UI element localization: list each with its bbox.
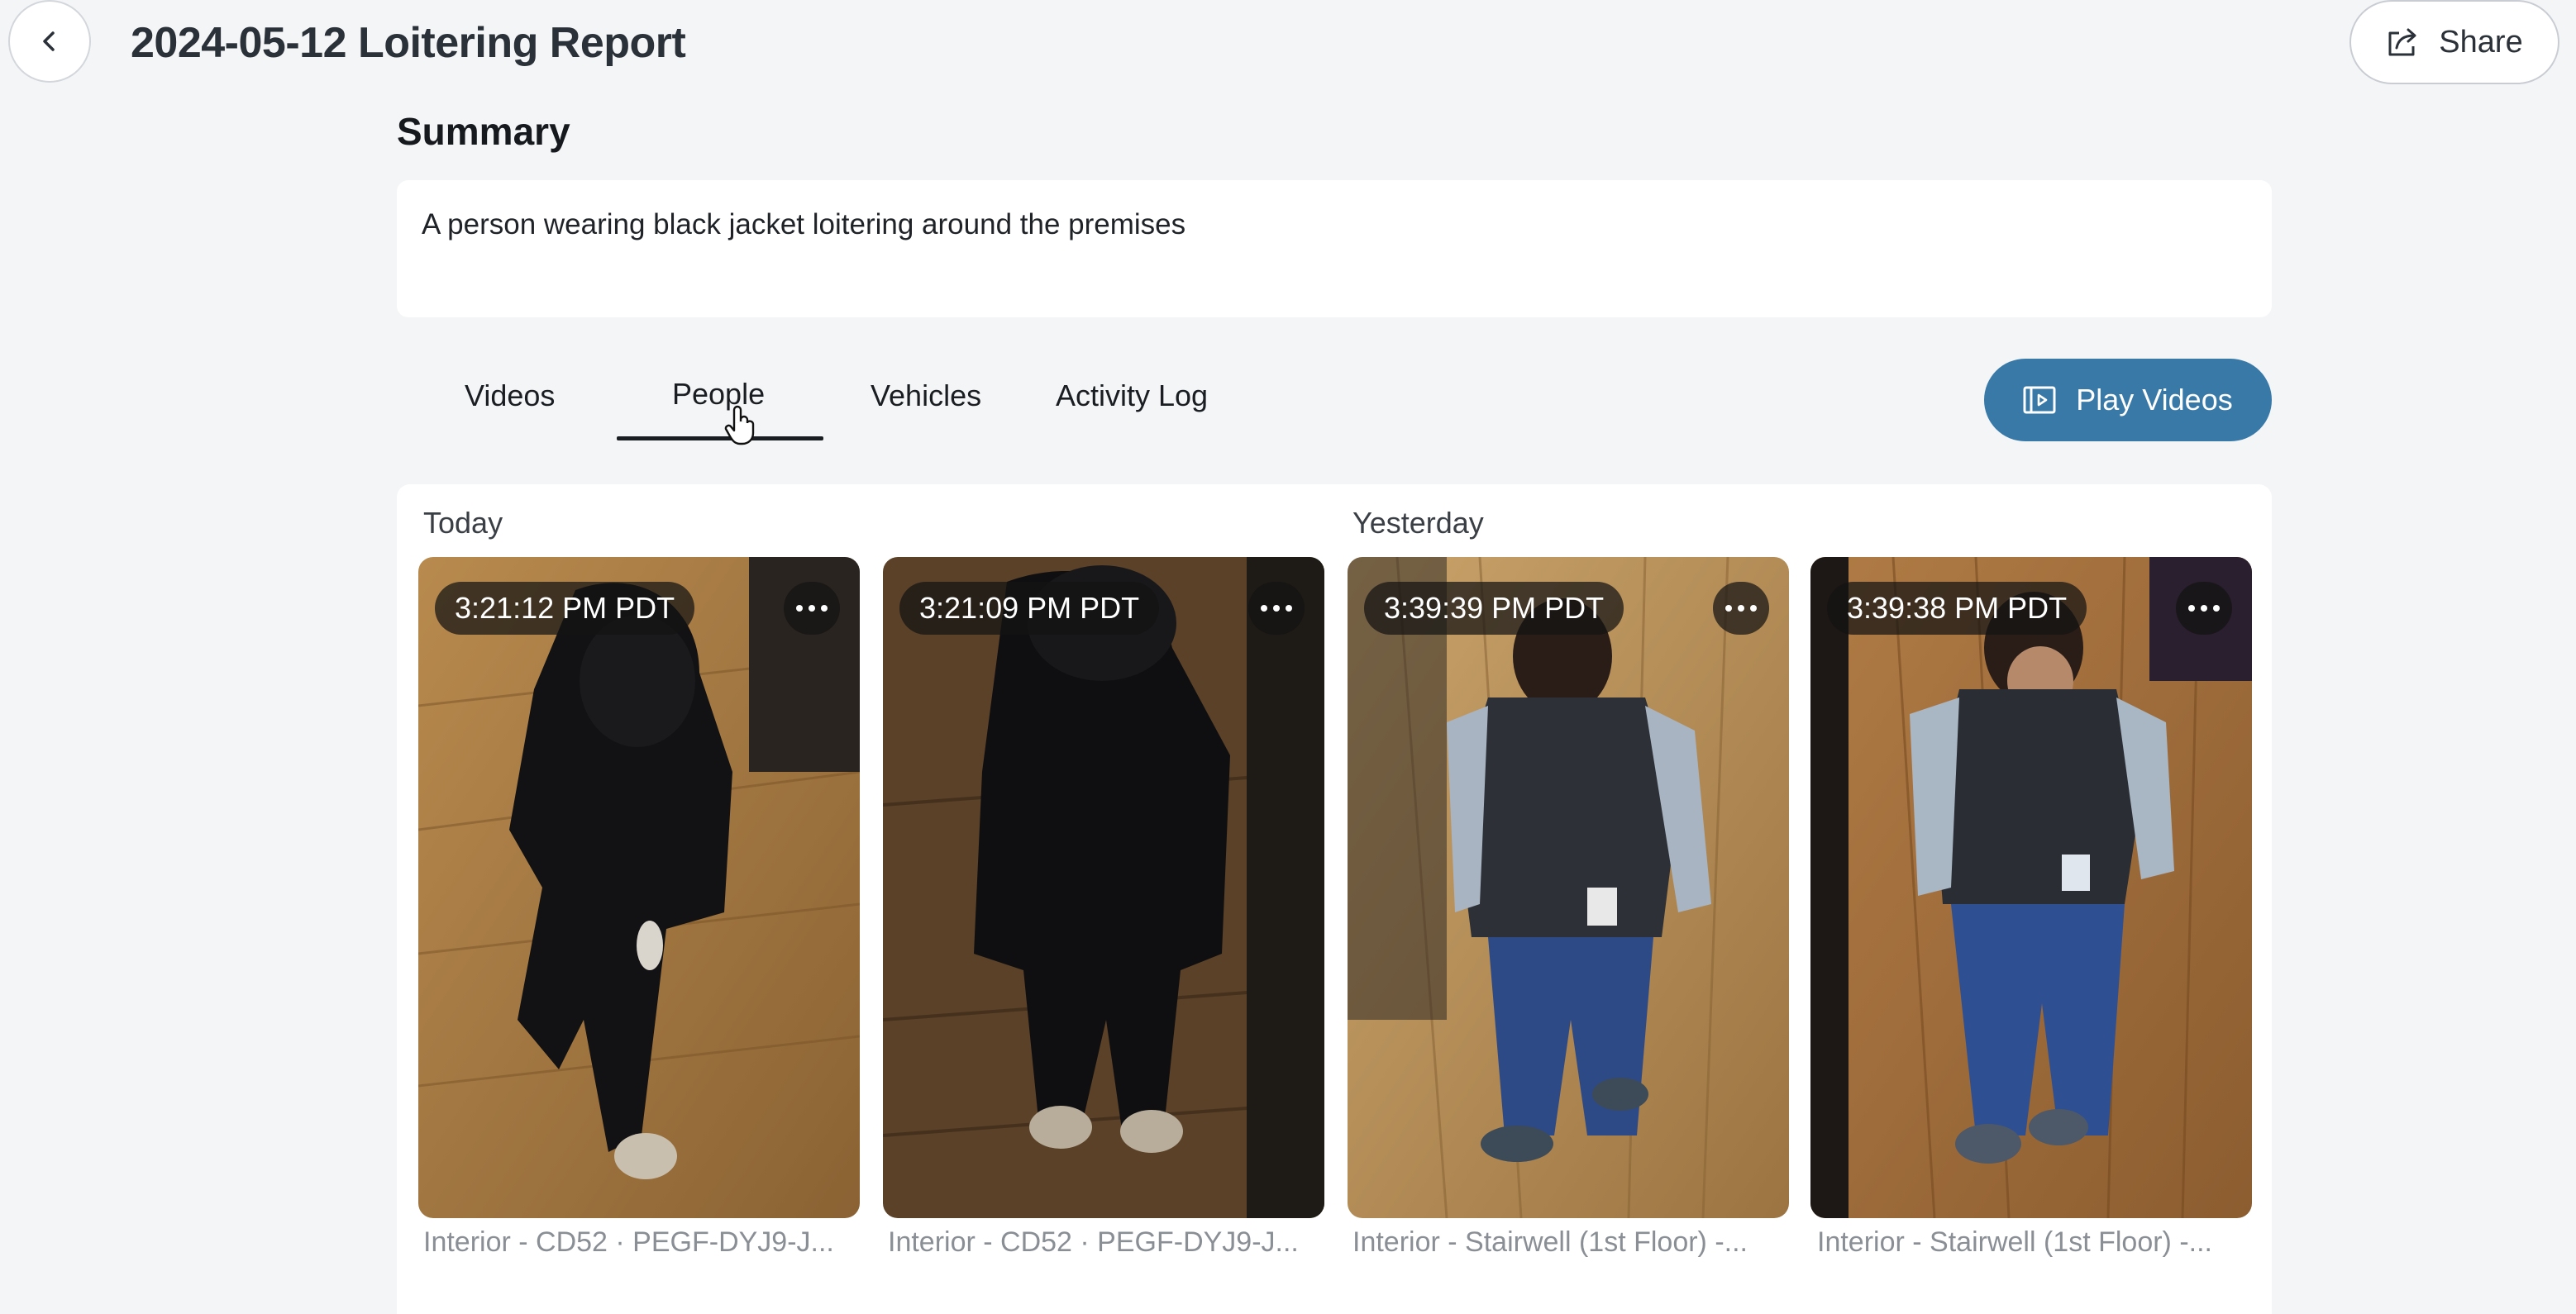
- dot-icon: [1738, 605, 1744, 612]
- more-options-button[interactable]: [1713, 582, 1769, 635]
- dot-icon: [2188, 605, 2195, 612]
- more-options-button[interactable]: [784, 582, 840, 635]
- tab-videos[interactable]: Videos: [465, 378, 555, 413]
- hand-cursor-icon: [724, 405, 755, 445]
- page-title: 2024-05-12 Loitering Report: [131, 19, 686, 67]
- share-label: Share: [2439, 24, 2523, 60]
- camera-caption: Interior - Stairwell (1st Floor) -...: [1352, 1226, 1748, 1258]
- group-label-today: Today: [423, 506, 503, 540]
- dot-icon: [1286, 605, 1292, 612]
- play-videos-label: Play Videos: [2076, 383, 2233, 417]
- dot-icon: [809, 605, 815, 612]
- person-snapshot-image: [418, 557, 860, 1218]
- more-options-button[interactable]: [2176, 582, 2232, 635]
- camera-caption: Interior - Stairwell (1st Floor) -...: [1817, 1226, 2212, 1258]
- play-videos-button[interactable]: Play Videos: [1984, 359, 2272, 441]
- person-snapshot-image: [1810, 557, 2252, 1218]
- dot-icon: [2201, 605, 2207, 612]
- timestamp-badge: 3:21:09 PM PDT: [899, 582, 1160, 635]
- person-snapshot-image: [1348, 557, 1789, 1218]
- summary-box: A person wearing black jacket loitering …: [397, 180, 2272, 317]
- dot-icon: [1725, 605, 1732, 612]
- video-playlist-icon: [2023, 386, 2056, 414]
- person-snapshot-image: [883, 557, 1324, 1218]
- more-options-button[interactable]: [1248, 582, 1305, 635]
- tab-vehicles[interactable]: Vehicles: [871, 378, 981, 413]
- active-tab-indicator: [617, 436, 823, 440]
- share-icon: [2388, 28, 2416, 56]
- person-thumbnail-card[interactable]: 3:39:38 PM PDT: [1810, 557, 2252, 1218]
- group-label-yesterday: Yesterday: [1352, 506, 1484, 540]
- summary-text: A person wearing black jacket loitering …: [422, 208, 1186, 240]
- dot-icon: [1750, 605, 1757, 612]
- person-thumbnail-card[interactable]: 3:21:12 PM PDT: [418, 557, 860, 1218]
- report-page: 2024-05-12 Loitering Report Share Summar…: [0, 0, 2576, 1314]
- dot-icon: [2213, 605, 2220, 612]
- dot-icon: [1273, 605, 1280, 612]
- person-thumbnail-card[interactable]: 3:39:39 PM PDT: [1348, 557, 1789, 1218]
- summary-heading: Summary: [397, 110, 570, 153]
- back-button[interactable]: [8, 0, 91, 83]
- share-button[interactable]: Share: [2349, 0, 2559, 84]
- timestamp-badge: 3:39:38 PM PDT: [1827, 582, 2087, 635]
- timestamp-badge: 3:21:12 PM PDT: [435, 582, 695, 635]
- chevron-left-icon: [43, 31, 55, 51]
- dot-icon: [796, 605, 803, 612]
- camera-caption: Interior - CD52 · PEGF-DYJ9-J...: [888, 1226, 1299, 1258]
- dot-icon: [1261, 605, 1267, 612]
- timestamp-badge: 3:39:39 PM PDT: [1364, 582, 1624, 635]
- tab-activity-log[interactable]: Activity Log: [1056, 378, 1208, 413]
- dot-icon: [821, 605, 828, 612]
- person-thumbnail-card[interactable]: 3:21:09 PM PDT: [883, 557, 1324, 1218]
- camera-caption: Interior - CD52 · PEGF-DYJ9-J...: [423, 1226, 834, 1258]
